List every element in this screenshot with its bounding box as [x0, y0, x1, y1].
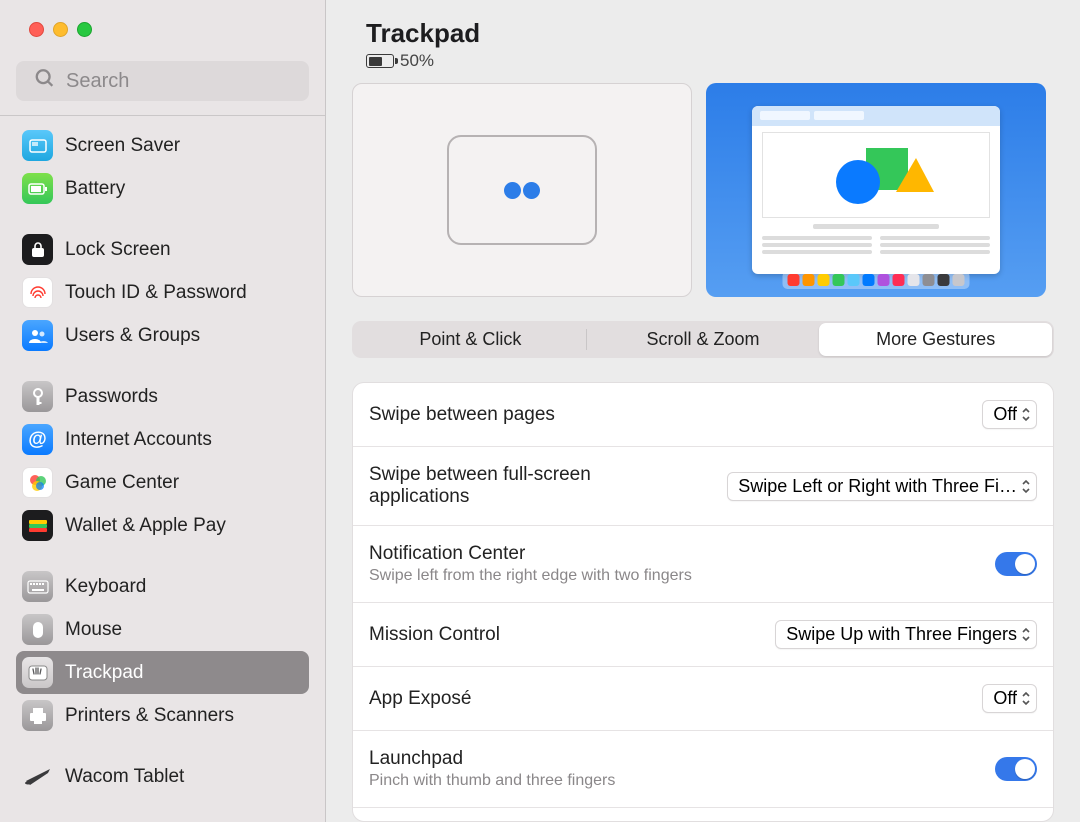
- mission-control-select[interactable]: Swipe Up with Three Fingers: [775, 620, 1037, 649]
- setting-name: App Exposé: [369, 688, 471, 710]
- tab-scroll-zoom[interactable]: Scroll & Zoom: [587, 323, 820, 356]
- sidebar-item-wacom[interactable]: Wacom Tablet: [16, 755, 309, 798]
- select-value: Swipe Left or Right with Three Fi…: [738, 476, 1017, 497]
- chevron-up-down-icon: [1021, 691, 1031, 706]
- sidebar-item-label: Battery: [65, 178, 125, 200]
- sidebar-item-passwords[interactable]: Passwords: [16, 375, 309, 418]
- select-value: Off: [993, 688, 1017, 709]
- search-icon: [34, 68, 56, 95]
- minimize-icon[interactable]: [53, 22, 68, 37]
- setting-name: Notification Center: [369, 543, 692, 565]
- sidebar-item-battery[interactable]: Battery: [16, 167, 309, 210]
- sidebar-item-lock-screen[interactable]: Lock Screen: [16, 228, 309, 271]
- battery-icon: [22, 173, 53, 204]
- row-app-expose: App Exposé Off: [353, 667, 1053, 731]
- sidebar-item-printers[interactable]: Printers & Scanners: [16, 694, 309, 737]
- battery-percent: 50%: [400, 51, 434, 71]
- sidebar-item-touch-id[interactable]: Touch ID & Password: [16, 271, 309, 314]
- search-container: [16, 61, 309, 101]
- keyboard-icon: [22, 571, 53, 602]
- sidebar-item-label: Users & Groups: [65, 325, 200, 347]
- setting-name: Launchpad: [369, 748, 615, 770]
- setting-description: Swipe left from the right edge with two …: [369, 567, 692, 585]
- sidebar: Screen Saver Battery Lock Screen Touch I…: [0, 0, 326, 822]
- preview-window: [752, 106, 1000, 274]
- chevron-up-down-icon: [1021, 479, 1031, 494]
- touch-id-icon: [22, 277, 53, 308]
- sidebar-item-label: Trackpad: [65, 662, 144, 684]
- zoom-icon[interactable]: [77, 22, 92, 37]
- sidebar-list: Screen Saver Battery Lock Screen Touch I…: [0, 124, 325, 822]
- row-notification-center: Notification Center Swipe left from the …: [353, 526, 1053, 603]
- row-swipe-apps: Swipe between full-screen applications S…: [353, 447, 1053, 526]
- tab-more-gestures[interactable]: More Gestures: [819, 323, 1052, 356]
- sidebar-item-screen-saver[interactable]: Screen Saver: [16, 124, 309, 167]
- sidebar-item-mouse[interactable]: Mouse: [16, 608, 309, 651]
- desktop-preview: [706, 83, 1046, 297]
- battery-level-icon: [366, 54, 394, 68]
- trackpad-shape: [447, 135, 597, 245]
- sidebar-item-users-groups[interactable]: Users & Groups: [16, 314, 309, 357]
- main-content: Trackpad 50%: [326, 0, 1080, 822]
- internet-accounts-icon: @: [22, 424, 53, 455]
- row-swipe-pages: Swipe between pages Off: [353, 383, 1053, 447]
- users-groups-icon: [22, 320, 53, 351]
- select-value: Off: [993, 404, 1017, 425]
- tab-point-click[interactable]: Point & Click: [354, 323, 587, 356]
- sidebar-item-label: Lock Screen: [65, 239, 171, 261]
- screen-saver-icon: [22, 130, 53, 161]
- setting-name: Mission Control: [369, 624, 500, 646]
- chevron-up-down-icon: [1021, 627, 1031, 642]
- sidebar-item-game-center[interactable]: Game Center: [16, 461, 309, 504]
- sidebar-item-label: Printers & Scanners: [65, 705, 234, 727]
- chevron-up-down-icon: [1021, 407, 1031, 422]
- sidebar-item-label: Touch ID & Password: [65, 282, 247, 304]
- finger-dot-icon: [523, 182, 540, 199]
- sidebar-item-label: Internet Accounts: [65, 429, 212, 451]
- trackpad-icon: [22, 657, 53, 688]
- sidebar-item-label: Wallet & Apple Pay: [65, 515, 226, 537]
- row-launchpad: Launchpad Pinch with thumb and three fin…: [353, 731, 1053, 808]
- close-icon[interactable]: [29, 22, 44, 37]
- setting-description: Pinch with thumb and three fingers: [369, 772, 615, 790]
- dock-icon: [783, 271, 970, 289]
- window-controls: [0, 0, 325, 55]
- sidebar-item-wallet[interactable]: Wallet & Apple Pay: [16, 504, 309, 547]
- search-input[interactable]: [16, 61, 309, 101]
- select-value: Swipe Up with Three Fingers: [786, 624, 1017, 645]
- sidebar-item-label: Wacom Tablet: [65, 766, 184, 788]
- sidebar-item-label: Mouse: [65, 619, 122, 641]
- wacom-tablet-icon: [22, 761, 53, 792]
- row-show-desktop: Show Desktop: [353, 808, 1053, 822]
- launchpad-toggle[interactable]: [995, 757, 1037, 781]
- finger-dot-icon: [504, 182, 521, 199]
- sidebar-item-label: Screen Saver: [65, 135, 180, 157]
- wallet-icon: [22, 510, 53, 541]
- battery-status: 50%: [326, 49, 1080, 81]
- divider: [0, 115, 325, 116]
- trackpad-preview: [352, 83, 692, 297]
- row-mission-control: Mission Control Swipe Up with Three Fing…: [353, 603, 1053, 667]
- passwords-icon: [22, 381, 53, 412]
- lock-screen-icon: [22, 234, 53, 265]
- tab-bar: Point & Click Scroll & Zoom More Gesture…: [352, 321, 1054, 358]
- game-center-icon: [22, 467, 53, 498]
- printers-icon: [22, 700, 53, 731]
- sidebar-item-internet-accounts[interactable]: @ Internet Accounts: [16, 418, 309, 461]
- settings-panel: Swipe between pages Off Swipe between fu…: [352, 382, 1054, 822]
- sidebar-item-label: Game Center: [65, 472, 179, 494]
- sidebar-item-trackpad[interactable]: Trackpad: [16, 651, 309, 694]
- app-expose-select[interactable]: Off: [982, 684, 1037, 713]
- sidebar-item-label: Passwords: [65, 386, 158, 408]
- setting-name: Swipe between full-screen applications: [369, 464, 649, 508]
- sidebar-item-label: Keyboard: [65, 576, 146, 598]
- swipe-pages-select[interactable]: Off: [982, 400, 1037, 429]
- notification-center-toggle[interactable]: [995, 552, 1037, 576]
- mouse-icon: [22, 614, 53, 645]
- sidebar-item-keyboard[interactable]: Keyboard: [16, 565, 309, 608]
- swipe-apps-select[interactable]: Swipe Left or Right with Three Fi…: [727, 472, 1037, 501]
- page-title: Trackpad: [366, 18, 1080, 49]
- setting-name: Swipe between pages: [369, 404, 555, 426]
- gesture-previews: [326, 81, 1080, 297]
